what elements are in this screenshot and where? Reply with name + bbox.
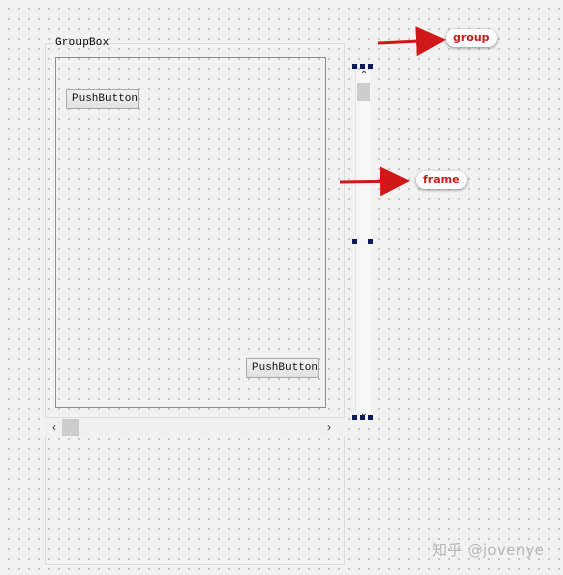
selection-handle[interactable] [360, 415, 365, 420]
chevron-up-icon[interactable]: ⌃ [356, 70, 372, 82]
group-arrow-icon [377, 26, 446, 57]
selection-handle[interactable] [352, 415, 357, 420]
push-button-top[interactable]: PushButton [66, 89, 139, 109]
horizontal-scrollbar-thumb[interactable] [62, 419, 79, 436]
vertical-scrollbar[interactable]: ⌃ ⌄ [355, 70, 371, 420]
scroll-area-frame[interactable] [55, 57, 326, 408]
selection-handle[interactable] [368, 415, 373, 420]
chevron-left-icon[interactable]: ‹ [46, 418, 62, 438]
horizontal-scrollbar[interactable]: ‹ › [45, 417, 345, 437]
selection-handle[interactable] [360, 64, 365, 69]
selection-handle[interactable] [352, 64, 357, 69]
push-button-bottom[interactable]: PushButton [246, 358, 319, 378]
groupbox-title: GroupBox [55, 37, 110, 49]
watermark: 知乎 @jovenye [432, 541, 545, 559]
frame-annotation-label: frame [416, 171, 467, 189]
selection-handle[interactable] [352, 239, 357, 244]
chevron-right-icon[interactable]: › [321, 418, 337, 438]
selection-handle[interactable] [368, 64, 373, 69]
group-annotation-label: group [446, 29, 497, 47]
frame-arrow-icon [339, 166, 410, 197]
selection-handle[interactable] [368, 239, 373, 244]
vertical-scrollbar-thumb[interactable] [357, 83, 370, 101]
